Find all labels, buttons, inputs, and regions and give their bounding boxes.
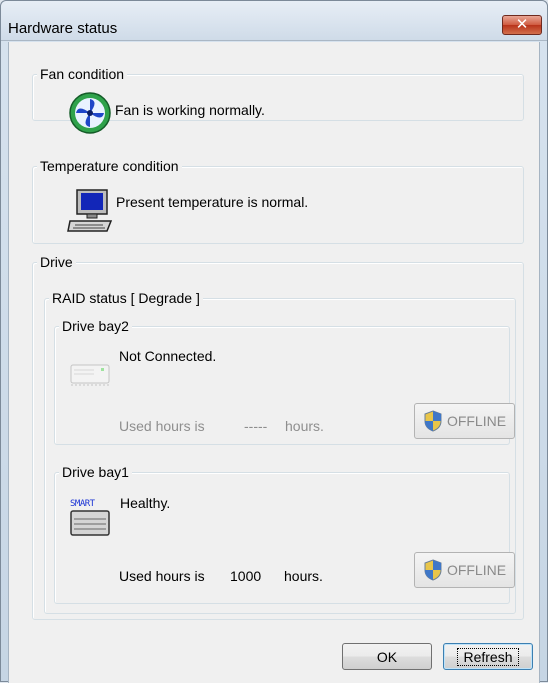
fan-condition-label: Fan condition <box>37 66 128 82</box>
title-bar[interactable]: Hardware status ✕ <box>1 1 547 41</box>
drive-bay1-offline-button[interactable]: OFFLINE <box>414 552 515 588</box>
fan-icon <box>69 92 111 134</box>
smart-badge: SMART <box>70 499 95 509</box>
drive-label: Drive <box>37 254 76 270</box>
refresh-button[interactable]: Refresh <box>443 643 533 670</box>
dialog-body: Fan condition Fan is working normally. T… <box>8 42 540 683</box>
shield-icon <box>424 559 442 581</box>
refresh-label: Refresh <box>457 647 519 666</box>
drive-bay1-used-hours-suffix: hours. <box>284 568 323 584</box>
temperature-condition-label: Temperature condition <box>37 158 182 174</box>
smart-drive-icon: SMART <box>68 497 114 539</box>
fan-status-text: Fan is working normally. <box>115 102 265 118</box>
drive-bay2-used-hours-suffix: hours. <box>285 418 324 434</box>
drive-bay2-offline-label: OFFLINE <box>446 413 507 429</box>
ok-button[interactable]: OK <box>342 643 432 670</box>
drive-bay2-used-hours-prefix: Used hours is <box>119 418 205 434</box>
computer-icon <box>67 189 113 232</box>
drive-bay1-used-hours-value: 1000 <box>230 568 262 584</box>
temperature-status-text: Present temperature is normal. <box>116 194 309 210</box>
drive-bay1-used-hours-prefix: Used hours is <box>119 568 205 584</box>
drive-bay2-offline-button[interactable]: OFFLINE <box>414 403 515 439</box>
shield-icon <box>424 410 442 432</box>
hardware-status-window: Hardware status ✕ Fan condition Fan is w… <box>0 0 548 683</box>
close-icon: ✕ <box>515 16 529 33</box>
raid-status-label: RAID status [ Degrade ] <box>49 290 203 306</box>
window-title: Hardware status <box>8 20 118 37</box>
drive-bay1-label: Drive bay1 <box>59 464 132 480</box>
drive-bay2-status: Not Connected. <box>119 348 217 364</box>
ok-label: OK <box>376 648 398 665</box>
drive-bay1-status: Healthy. <box>120 495 171 511</box>
drive-disconnected-icon <box>70 364 110 386</box>
close-button[interactable]: ✕ <box>502 15 542 35</box>
drive-bay2-used-hours-value: ----- <box>244 418 268 434</box>
drive-bay2-label: Drive bay2 <box>59 318 132 334</box>
drive-bay1-offline-label: OFFLINE <box>446 562 507 578</box>
